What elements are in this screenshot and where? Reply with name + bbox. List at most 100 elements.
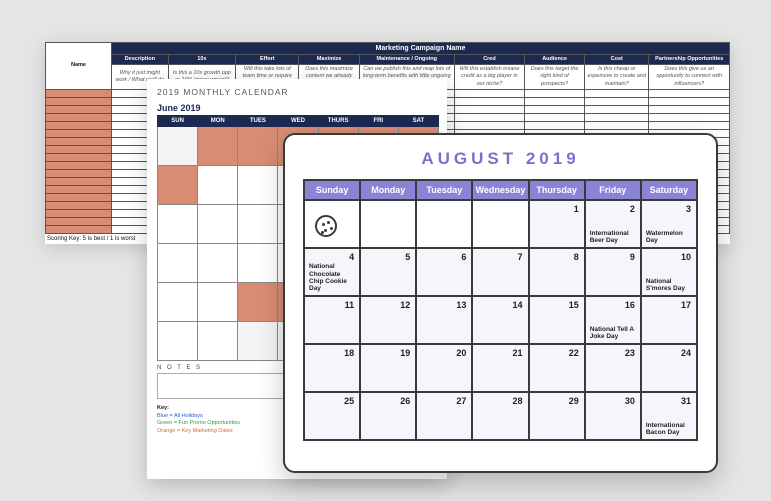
monthly-cell [198, 283, 238, 322]
sheet-cell [585, 105, 649, 113]
event-label: National S'mores Day [646, 278, 692, 292]
monthly-cell [238, 244, 278, 283]
monthly-cell [198, 244, 238, 283]
sheet-col-header: Audience [525, 55, 585, 65]
monthly-day-header: SUN [158, 116, 198, 127]
sheet-cell [454, 113, 524, 121]
date-number: 25 [344, 396, 354, 406]
card-cell: 8 [529, 248, 585, 296]
card-cell [360, 200, 416, 248]
card-day-header: Saturday [641, 180, 697, 200]
card-cell: 28 [472, 392, 528, 440]
sheet-col-header: Maintenance / Ongoing [359, 55, 454, 65]
monthly-cell [198, 166, 238, 205]
monthly-day-header: FRI [358, 116, 398, 127]
monthly-cell [238, 283, 278, 322]
date-number: 27 [456, 396, 466, 406]
card-title: AUGUST 2019 [303, 149, 698, 169]
card-cell: 10 National S'mores Day [641, 248, 697, 296]
sheet-cell [454, 97, 524, 105]
sheet-name-cell [46, 161, 112, 169]
monthly-cell [158, 166, 198, 205]
sheet-name-cell [46, 121, 112, 129]
card-cell: 23 [585, 344, 641, 392]
name-header: Name [46, 43, 112, 90]
sheet-name-cell [46, 225, 112, 233]
sheet-name-cell [46, 185, 112, 193]
sheet-name-cell [46, 113, 112, 121]
date-number: 7 [518, 252, 523, 262]
date-number: 31 [681, 396, 691, 406]
card-cell: 29 [529, 392, 585, 440]
date-number: 15 [569, 300, 579, 310]
card-cell: 16 National Tell A Joke Day [585, 296, 641, 344]
sheet-title: Marketing Campaign Name [112, 43, 730, 55]
monthly-cell [238, 205, 278, 244]
card-cell: 9 [585, 248, 641, 296]
cookie-icon [315, 215, 337, 237]
date-number: 18 [344, 348, 354, 358]
date-number: 24 [681, 348, 691, 358]
monthly-day-header: TUES [238, 116, 278, 127]
sheet-cell [585, 97, 649, 105]
date-number: 20 [456, 348, 466, 358]
sheet-col-header: Cost [585, 55, 649, 65]
monthly-cell [238, 127, 278, 166]
date-number: 12 [400, 300, 410, 310]
sheet-col-subheader: Is this cheap or expensive to create and… [585, 65, 649, 89]
date-number: 29 [569, 396, 579, 406]
monthly-cell [238, 322, 278, 361]
card-cell [472, 200, 528, 248]
card-cell: 20 [416, 344, 472, 392]
card-cell: 13 [416, 296, 472, 344]
event-label: International Beer Day [590, 230, 636, 244]
card-cell: 19 [360, 344, 416, 392]
event-label: National Tell A Joke Day [590, 326, 636, 340]
card-cell: 15 [529, 296, 585, 344]
sheet-col-header: Description [112, 55, 169, 65]
monthly-cell [158, 244, 198, 283]
card-cell: 31International Bacon Day [641, 392, 697, 440]
date-number: 1 [574, 204, 579, 214]
sheet-cell [525, 121, 585, 129]
card-cell: 17 [641, 296, 697, 344]
sheet-cell [525, 113, 585, 121]
sheet-col-header: Effort [236, 55, 299, 65]
sheet-cell [585, 121, 649, 129]
date-number: 17 [681, 300, 691, 310]
sheet-cell [454, 89, 524, 97]
date-number: 30 [625, 396, 635, 406]
card-day-header: Thursday [529, 180, 585, 200]
card-cell: 25 [304, 392, 360, 440]
date-number: 4 [349, 252, 354, 262]
card-day-header: Friday [585, 180, 641, 200]
sheet-name-cell [46, 177, 112, 185]
sheet-cell [649, 89, 730, 97]
card-cell: 7 [472, 248, 528, 296]
monthly-day-header: SAT [398, 116, 438, 127]
card-cell: 30 [585, 392, 641, 440]
date-number: 10 [681, 252, 691, 262]
monthly-cell [158, 127, 198, 166]
monthly-cell [158, 205, 198, 244]
date-number: 14 [513, 300, 523, 310]
sheet-name-cell [46, 129, 112, 137]
date-number: 16 [625, 300, 635, 310]
sheet-col-subheader: Will this establish insane credit as a b… [454, 65, 524, 89]
date-number: 6 [461, 252, 466, 262]
sheet-cell [649, 121, 730, 129]
sheet-name-cell [46, 209, 112, 217]
card-day-header: Monday [360, 180, 416, 200]
card-cell: 22 [529, 344, 585, 392]
sheet-name-cell [46, 217, 112, 225]
monthly-day-header: THURS [318, 116, 358, 127]
sheet-name-cell [46, 153, 112, 161]
card-cell: 5 [360, 248, 416, 296]
sheet-cell [525, 97, 585, 105]
date-number: 11 [345, 300, 355, 310]
sheet-name-cell [46, 169, 112, 177]
monthly-cell [158, 283, 198, 322]
date-number: 28 [513, 396, 523, 406]
sheet-name-cell [46, 89, 112, 97]
sheet-col-header: 10x [168, 55, 236, 65]
